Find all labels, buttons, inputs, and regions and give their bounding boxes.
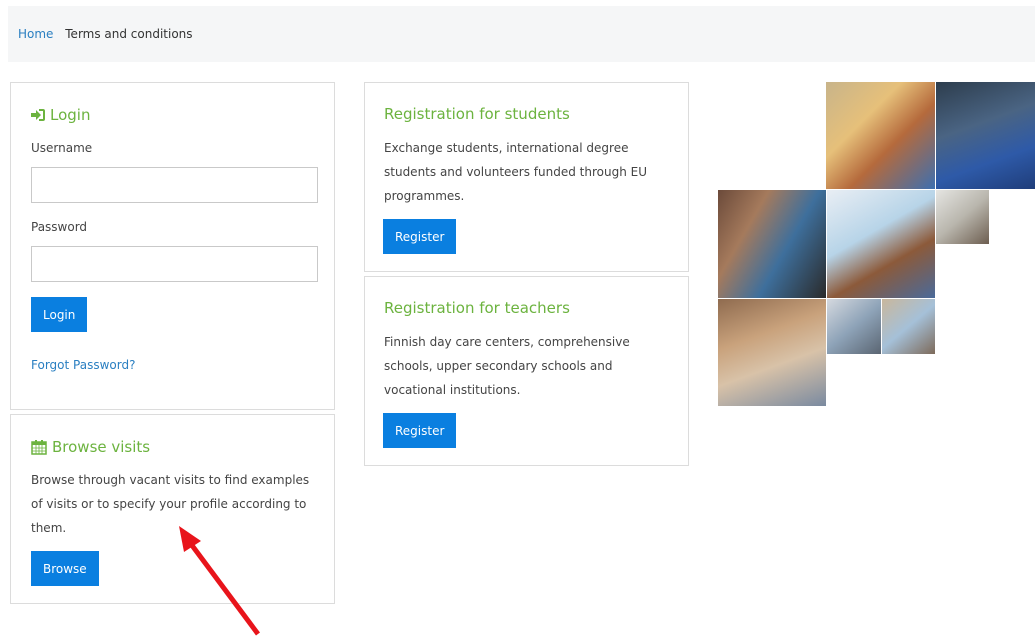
annotation-arrow (179, 526, 261, 636)
